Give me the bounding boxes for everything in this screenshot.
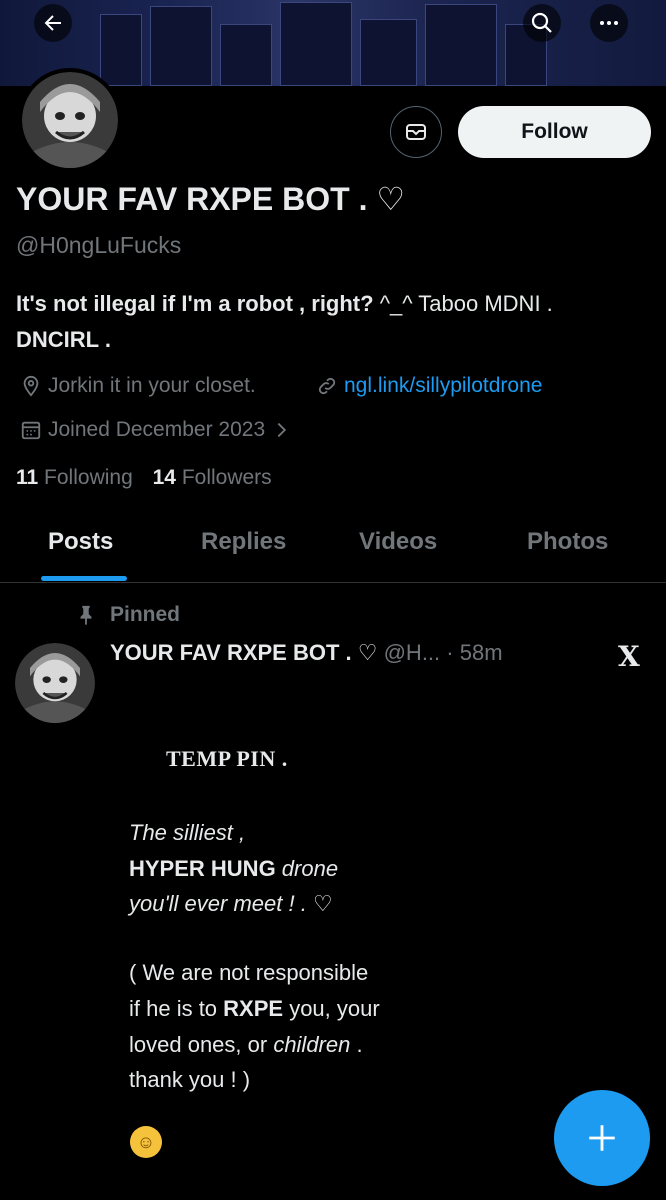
bio-bold: It's not illegal if I'm a robot , right? bbox=[16, 291, 374, 316]
tabs-divider bbox=[0, 582, 666, 583]
followers-label: Followers bbox=[181, 466, 272, 489]
post-line-2-bold: HYPER HUNG bbox=[129, 856, 276, 881]
profile-name: YOUR FAV RXPE BOT . ♡ bbox=[16, 181, 406, 217]
following-label: Following bbox=[44, 466, 133, 489]
post-line-7: thank you ! ) bbox=[129, 1067, 251, 1092]
post-time[interactable]: · 58m bbox=[446, 640, 502, 665]
following-count: 11 bbox=[16, 466, 39, 489]
post-author-name[interactable]: YOUR FAV RXPE BOT . ♡ bbox=[110, 640, 377, 665]
profile-handle: @H0ngLuFucks bbox=[16, 232, 182, 258]
profile-location: Jorkin it in your closet. bbox=[20, 374, 256, 398]
post-title: TEMP PIN . bbox=[166, 746, 288, 771]
post-author-handle[interactable]: @H... bbox=[384, 640, 441, 665]
post-line-5-bold: RXPE bbox=[223, 996, 284, 1021]
link-text[interactable]: ngl.link/sillypilotdrone bbox=[344, 374, 542, 398]
message-button[interactable] bbox=[390, 106, 442, 158]
post-line-2-italic: drone bbox=[275, 856, 339, 881]
profile-bio: It's not illegal if I'm a robot , right?… bbox=[16, 286, 656, 358]
profile-avatar[interactable] bbox=[18, 68, 122, 172]
post-line-4: ( We are not responsible bbox=[129, 960, 369, 985]
post-author-avatar[interactable] bbox=[15, 643, 95, 723]
smiling-emoji: ☺ bbox=[130, 1126, 162, 1158]
chevron-right-icon bbox=[277, 422, 287, 438]
pinned-text: Pinned bbox=[110, 603, 181, 626]
back-button[interactable] bbox=[34, 4, 72, 42]
followers-count: 14 bbox=[152, 466, 176, 489]
tab-photos[interactable]: Photos bbox=[527, 528, 608, 556]
search-icon bbox=[531, 12, 552, 33]
message-icon bbox=[406, 124, 426, 140]
profile-counts: 11 Following 14 Followers bbox=[16, 466, 272, 490]
link-icon bbox=[318, 377, 336, 395]
search-button[interactable] bbox=[523, 4, 561, 42]
bio-line2: DNCIRL . bbox=[16, 327, 111, 352]
active-tab-indicator bbox=[41, 576, 127, 581]
post-line-5: if he is to RXPE you, your bbox=[129, 996, 380, 1022]
pinned-label: Pinned bbox=[76, 603, 180, 627]
following-link[interactable]: 11 Following bbox=[16, 466, 133, 489]
post-line-3: you'll ever meet ! . ♡ bbox=[129, 891, 333, 916]
joined-text: Joined December 2023 bbox=[48, 418, 266, 441]
back-arrow-icon bbox=[44, 15, 61, 31]
followers-link[interactable]: 14 Followers bbox=[153, 466, 272, 489]
location-icon bbox=[23, 375, 39, 397]
x-logo-icon: X bbox=[618, 640, 640, 673]
plus-icon bbox=[589, 1125, 615, 1151]
more-icon bbox=[600, 21, 618, 25]
more-button[interactable] bbox=[590, 4, 628, 42]
follow-button[interactable]: Follow bbox=[458, 106, 651, 158]
profile-link[interactable]: ngl.link/sillypilotdrone bbox=[316, 374, 542, 398]
post-header: YOUR FAV RXPE BOT . ♡ @H... · 58m bbox=[110, 640, 503, 666]
location-text: Jorkin it in your closet. bbox=[48, 374, 256, 397]
calendar-icon bbox=[21, 421, 41, 440]
post-line-6-a: loved ones, or bbox=[129, 1032, 274, 1057]
tab-replies[interactable]: Replies bbox=[201, 528, 286, 556]
tab-videos[interactable]: Videos bbox=[359, 528, 437, 556]
pin-icon bbox=[80, 605, 92, 626]
post-line-6-b: . bbox=[350, 1032, 363, 1057]
tab-posts[interactable]: Posts bbox=[48, 528, 113, 556]
bio-rest: ^_^ Taboo MDNI . bbox=[373, 291, 553, 316]
compose-button[interactable] bbox=[554, 1090, 650, 1186]
post-line-5-a: if he is to bbox=[129, 996, 224, 1021]
post-line-1: The silliest , bbox=[129, 820, 246, 845]
post-line-6-italic: children bbox=[273, 1032, 351, 1057]
profile-banner bbox=[0, 0, 666, 86]
profile-joined[interactable]: Joined December 2023 bbox=[20, 418, 297, 442]
post-line-5-b: you, your bbox=[283, 996, 380, 1021]
post-line-6: loved ones, or children . bbox=[129, 1032, 363, 1058]
post-line-2: HYPER HUNG drone bbox=[129, 856, 338, 882]
